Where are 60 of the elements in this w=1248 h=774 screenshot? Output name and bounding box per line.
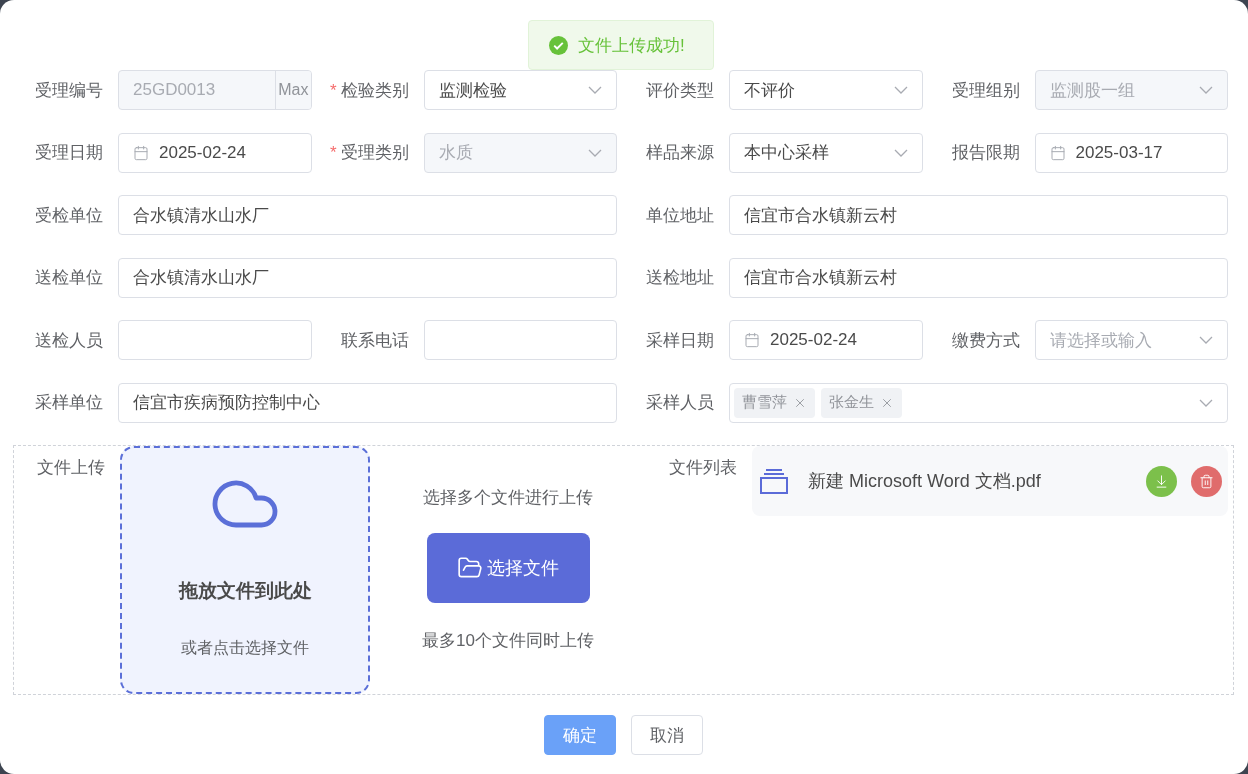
field-label: 缴费方式	[950, 329, 1021, 352]
input-field[interactable]: 信宜市疾病预防控制中心	[118, 382, 617, 423]
date-field[interactable]: 2025-02-24	[729, 320, 923, 360]
field-label: 样品来源	[645, 142, 715, 164]
field-label: 受理编号	[34, 79, 104, 102]
field-label: 采样单位	[34, 392, 104, 414]
calendar-icon	[1049, 144, 1066, 161]
upload-limit-hint: 最多10个文件同时上传	[422, 630, 594, 652]
download-button[interactable]	[1146, 465, 1177, 497]
field-label: * 检验类别	[328, 79, 410, 102]
delete-button[interactable]	[1191, 465, 1222, 497]
input-field[interactable]: 合水镇清水山水厂	[118, 257, 617, 298]
drop-zone[interactable]: 拖放文件到此处 或者点击选择文件	[120, 446, 370, 694]
field-label: 文件列表	[668, 457, 738, 479]
chevron-down-icon	[1199, 86, 1213, 94]
select-field[interactable]: 不评价	[729, 70, 923, 110]
file-stack-icon	[760, 468, 788, 494]
input-field[interactable]: 合水镇清水山水厂	[118, 195, 617, 235]
file-name: 新建 Microsoft Word 文档.pdf	[808, 470, 1042, 493]
check-circle-icon	[549, 35, 568, 55]
chevron-down-icon	[893, 86, 908, 94]
field-label: 送检地址	[645, 267, 715, 289]
cancel-button[interactable]: 取消	[630, 715, 703, 755]
chevron-down-icon	[588, 86, 602, 94]
select-field[interactable]: 监测检验	[423, 70, 617, 110]
chevron-down-icon	[1199, 398, 1213, 407]
field-label: 送检人员	[34, 329, 104, 352]
drop-title: 拖放文件到此处	[178, 579, 312, 603]
input-field[interactable]	[118, 320, 312, 360]
field-label: 联系电话	[339, 329, 410, 352]
download-icon	[1154, 473, 1169, 489]
drop-hint: 或者点击选择文件	[181, 638, 309, 658]
date-field[interactable]: 2025-03-17	[1034, 132, 1228, 173]
field-label: 采样日期	[645, 329, 715, 352]
calendar-icon	[744, 332, 760, 348]
chevron-down-icon	[1199, 336, 1213, 344]
field-label: * 受理类别	[328, 142, 410, 164]
person-tag: 曹雪萍	[734, 387, 815, 418]
upload-hint: 选择多个文件进行上传	[423, 487, 593, 509]
field-label: 受理日期	[34, 142, 104, 164]
field-label: 送检单位	[34, 267, 104, 289]
calendar-icon	[133, 144, 149, 161]
field-label: 采样人员	[645, 392, 715, 414]
field-label: 评价类型	[645, 79, 715, 102]
field-label: 报告限期	[950, 142, 1021, 164]
chevron-down-icon	[893, 148, 908, 157]
chevron-down-icon	[588, 148, 602, 157]
toast-message: 文件上传成功!	[578, 34, 685, 57]
field-label: 文件上传	[36, 457, 106, 479]
date-field[interactable]: 2025-02-24	[118, 132, 312, 173]
input-field[interactable]: 信宜市合水镇新云村	[729, 257, 1228, 298]
input-field[interactable]	[423, 320, 617, 360]
choose-file-button[interactable]: 选择文件	[426, 533, 590, 603]
select-field[interactable]: 本中心采样	[729, 132, 923, 173]
person-tag: 张金生	[821, 387, 902, 418]
field-label: 受检单位	[34, 204, 104, 227]
field-label: 受理组别	[950, 79, 1021, 102]
trash-icon	[1199, 473, 1214, 489]
input-field[interactable]: 信宜市合水镇新云村	[729, 195, 1228, 235]
field-label: 单位地址	[645, 204, 715, 227]
